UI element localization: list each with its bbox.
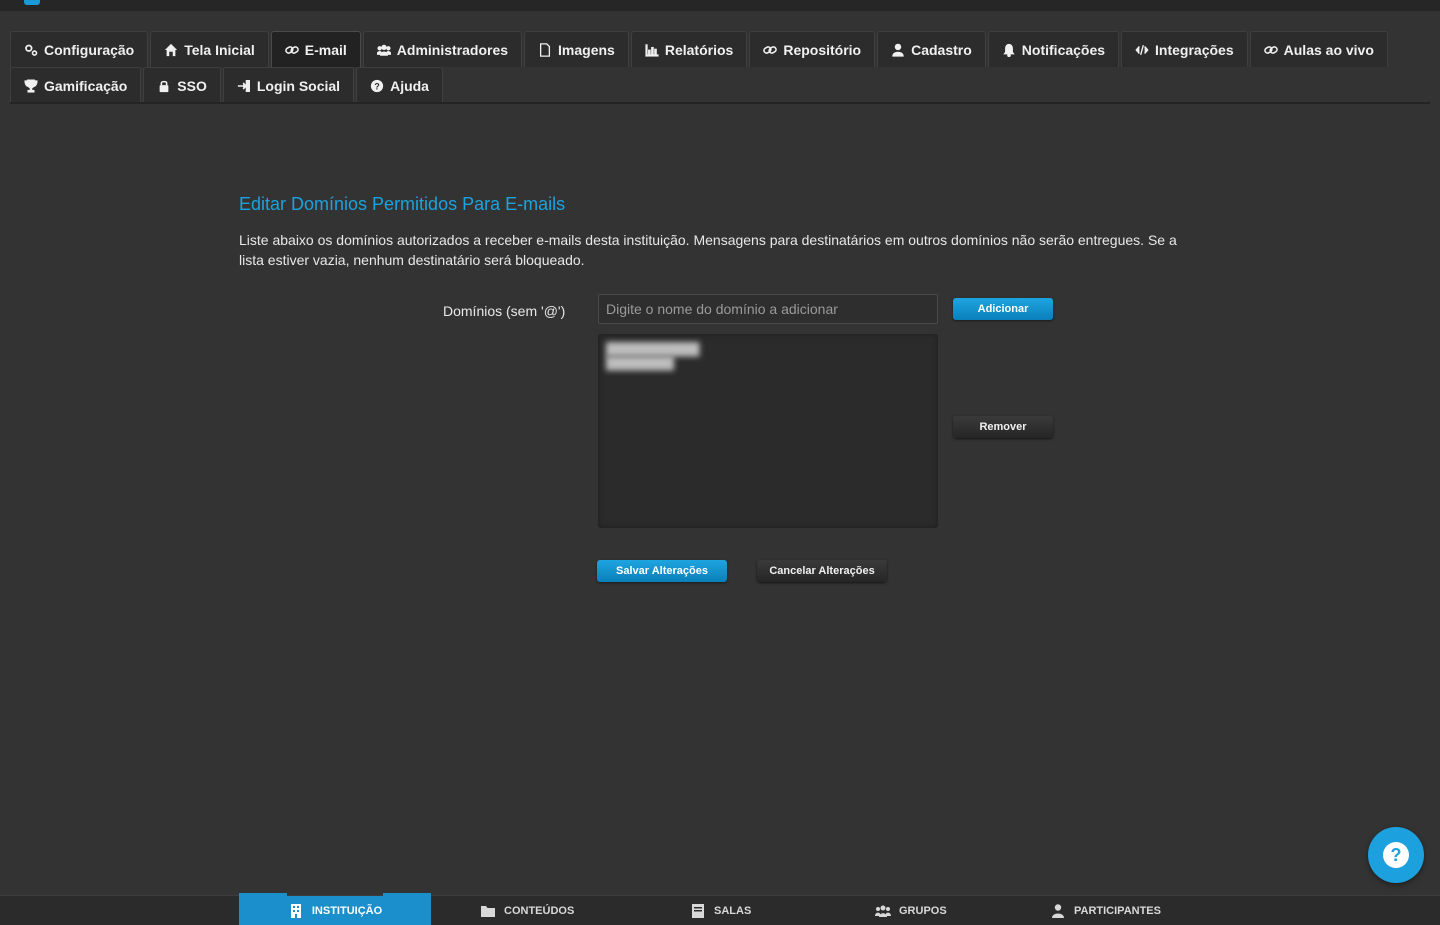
bottom-nav-label: Salas [714, 905, 752, 917]
tab-label: Tela Inicial [184, 41, 255, 58]
tab-email[interactable]: E-mail [270, 31, 361, 67]
svg-text:?: ? [374, 81, 379, 91]
section-title: Editar Domínios Permitidos Para E-mails [239, 194, 566, 214]
tab-label: Integrações [1155, 41, 1234, 58]
bottom-nav-grupos[interactable]: Grupos [875, 896, 947, 925]
folder-icon [481, 906, 495, 917]
tab-configuracao[interactable]: Configuração [10, 31, 149, 67]
help-fab-button[interactable]: ? [1368, 827, 1424, 883]
tab-ajuda[interactable]: ? Ajuda [356, 67, 443, 103]
settings-tabs-row-2: Gamificação SSO Login Social ? Ajuda [10, 67, 445, 103]
question-icon: ? [370, 79, 384, 93]
tab-integracoes[interactable]: Integrações [1121, 31, 1248, 67]
user-icon [1052, 904, 1064, 918]
file-icon [538, 42, 552, 57]
link-icon [284, 43, 299, 57]
bottom-nav-salas[interactable]: Salas [690, 896, 751, 925]
bottom-nav-label: Conteúdos [504, 905, 575, 917]
bottom-nav-label: Participantes [1074, 905, 1161, 917]
domain-list[interactable]: ███████████ ████████ [598, 334, 938, 528]
tab-label: Configuração [44, 41, 135, 58]
tab-gamificacao[interactable]: Gamificação [10, 67, 142, 103]
domain-input[interactable] [598, 294, 938, 324]
building-icon [290, 904, 301, 918]
tab-label: Gamificação [44, 77, 128, 94]
bottom-nav-instituicao[interactable]: Instituição [239, 893, 431, 925]
settings-tabs-row-1: Configuração Tela Inicial E-mail Adminis… [10, 31, 1390, 67]
tab-label: Login Social [256, 77, 341, 94]
cancel-changes-button[interactable]: Cancelar Alterações [757, 560, 887, 582]
bottom-nav-label: Instituição [311, 905, 383, 917]
tab-label: Aulas ao vivo [1283, 41, 1374, 58]
users-icon [875, 905, 891, 917]
users-icon [376, 43, 391, 57]
tab-label: Notificações [1021, 41, 1106, 58]
tab-relatorios[interactable]: Relatórios [630, 31, 748, 67]
tab-tela-inicial[interactable]: Tela Inicial [150, 31, 269, 67]
tab-imagens[interactable]: Imagens [524, 31, 629, 67]
tab-label: Ajuda [390, 77, 429, 94]
trophy-icon [24, 78, 38, 93]
link-icon [763, 43, 778, 57]
tab-login-social[interactable]: Login Social [222, 67, 355, 103]
gears-icon [24, 43, 38, 57]
tab-repositorio[interactable]: Repositório [749, 31, 876, 67]
bottom-nav-conteudos[interactable]: Conteúdos [480, 896, 574, 925]
bar-chart-icon [645, 43, 659, 57]
code-icon [1135, 43, 1149, 57]
tabs-divider [10, 102, 1430, 104]
help-question-icon: ? [1383, 842, 1409, 868]
add-domain-button[interactable]: Adicionar [953, 298, 1053, 320]
tab-label: SSO [177, 77, 207, 94]
tab-label: E-mail [304, 41, 347, 58]
domains-field-label: Domínios (sem '@') [443, 303, 566, 319]
link-icon [1263, 43, 1278, 57]
bell-icon [1002, 43, 1016, 57]
tab-sso[interactable]: SSO [143, 67, 221, 103]
tab-administradores[interactable]: Administradores [362, 31, 523, 67]
tab-label: Repositório [783, 41, 862, 58]
tab-aulas-ao-vivo[interactable]: Aulas ao vivo [1249, 31, 1388, 67]
lock-icon [157, 79, 171, 93]
sign-in-icon [237, 79, 251, 93]
section-description: Liste abaixo os domínios autorizados a r… [239, 232, 1177, 268]
bottom-navigation: Instituição Conteúdos Salas Grupos Parti… [0, 893, 1440, 925]
top-bar [0, 0, 1440, 11]
tab-label: Cadastro [911, 41, 972, 58]
tab-notificacoes[interactable]: Notificações [987, 31, 1120, 67]
remove-domain-button[interactable]: Remover [953, 416, 1053, 438]
tab-label: Imagens [558, 41, 615, 58]
book-icon [692, 904, 704, 918]
bottom-nav-participantes[interactable]: Participantes [1050, 896, 1161, 925]
tab-label: Relatórios [664, 41, 734, 58]
save-changes-button[interactable]: Salvar Alterações [597, 560, 727, 582]
user-icon [891, 43, 905, 57]
list-item[interactable]: ███████████ [606, 342, 930, 356]
tab-label: Administradores [396, 41, 509, 58]
list-item[interactable]: ████████ [606, 356, 930, 370]
logo [24, 0, 40, 5]
tab-cadastro[interactable]: Cadastro [877, 31, 986, 67]
bottom-nav-label: Grupos [899, 905, 947, 917]
home-icon [164, 43, 178, 57]
